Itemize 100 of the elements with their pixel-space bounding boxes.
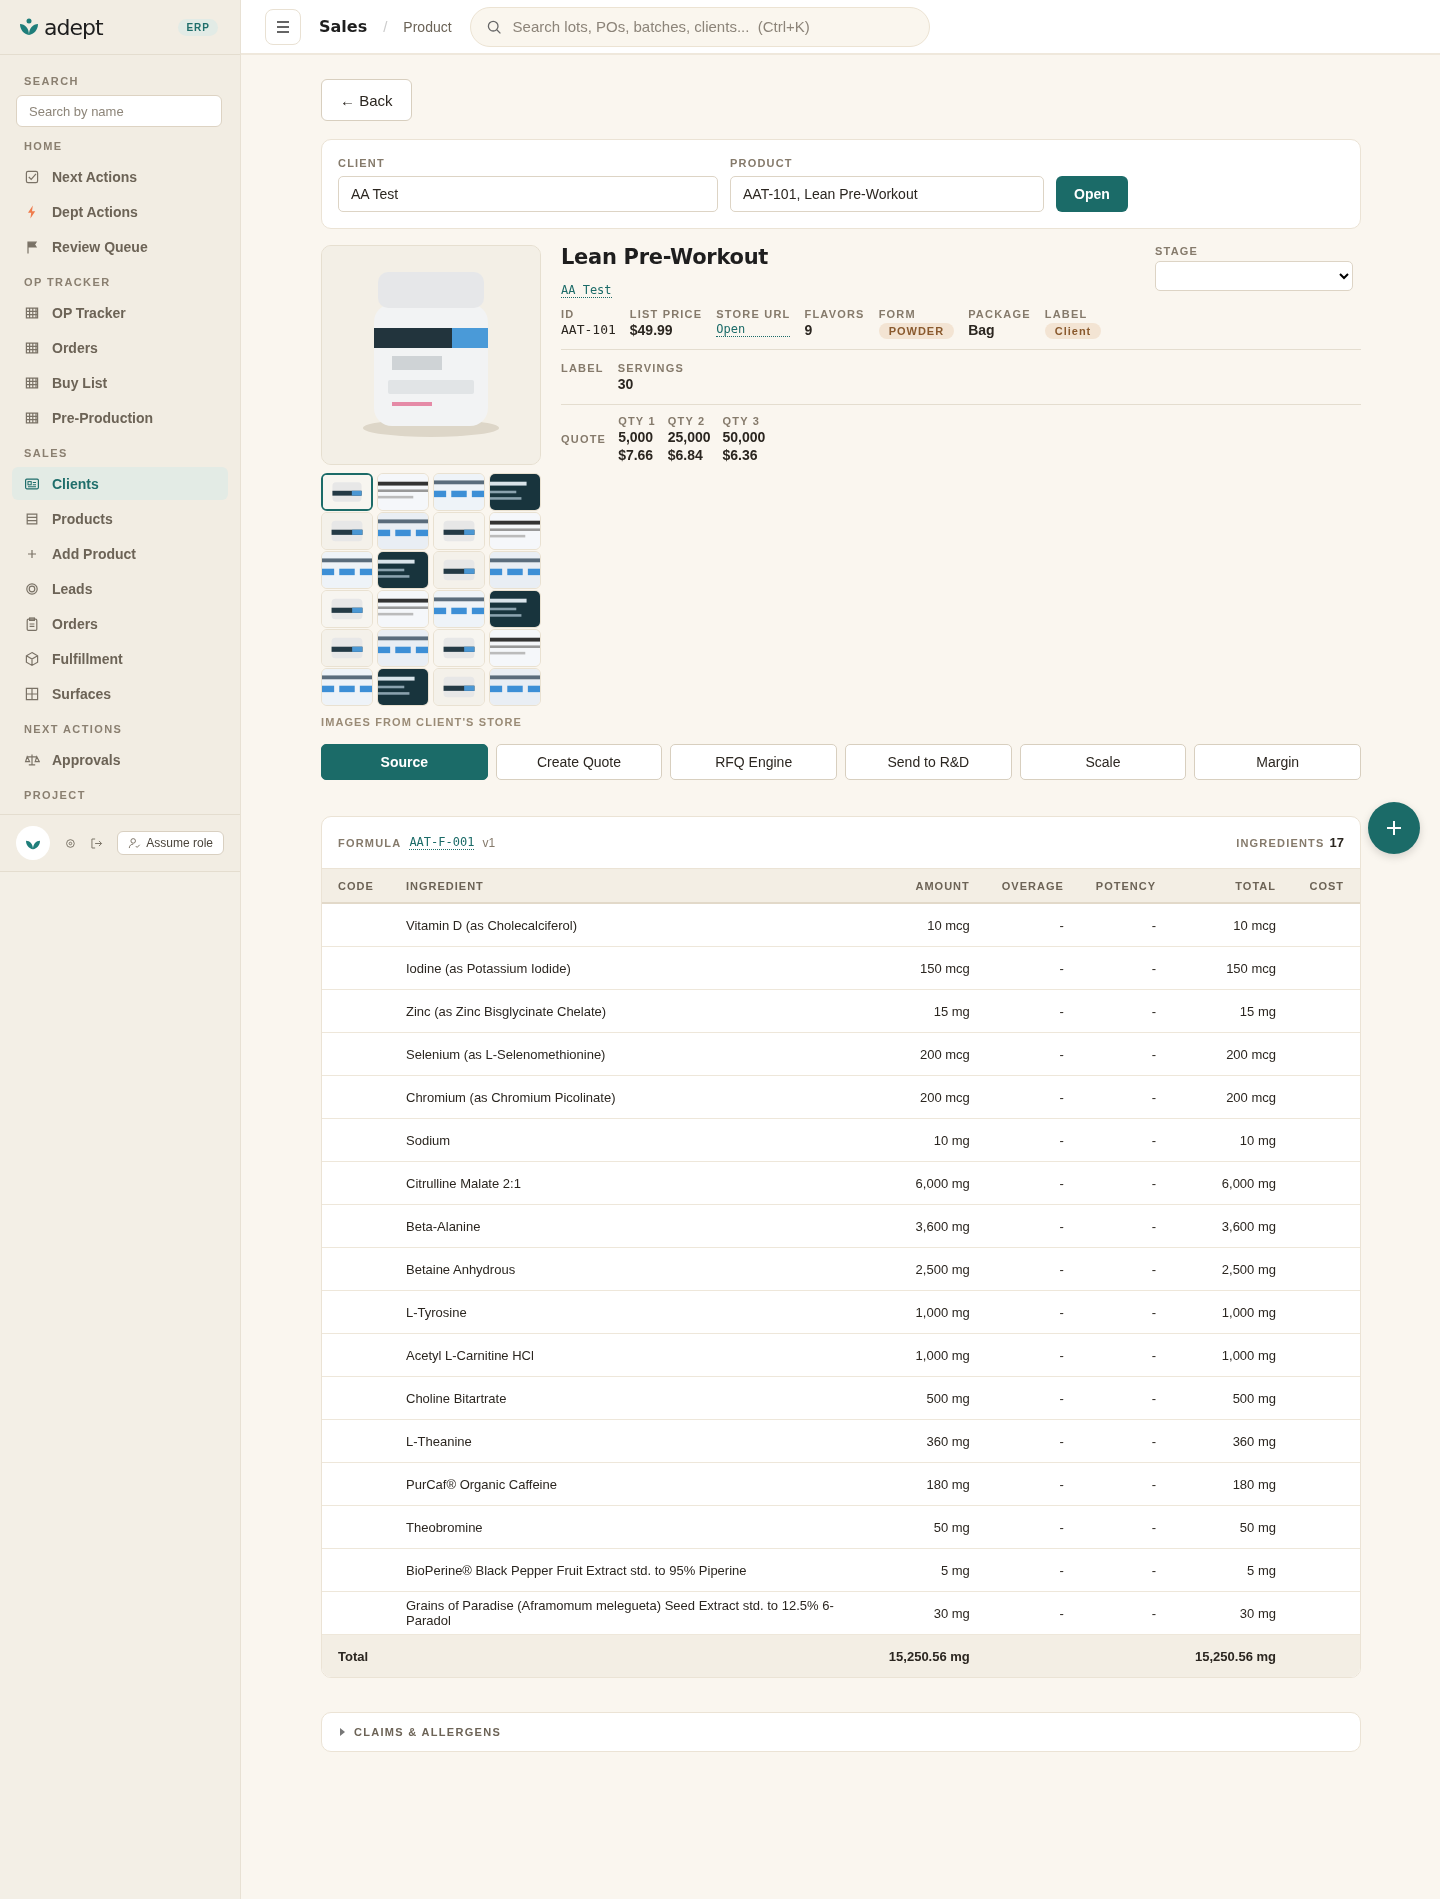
- claims-section[interactable]: CLAIMS & ALLERGENS: [321, 1712, 1361, 1752]
- nav-item[interactable]: Orders: [12, 331, 228, 364]
- section-heading: SEARCH: [23, 75, 80, 87]
- logout-icon[interactable]: [90, 836, 104, 850]
- amount-cell: 2,500 mg: [865, 1247, 986, 1291]
- amount-cell: 1,000 mg: [865, 1333, 986, 1377]
- search-field[interactable]: Search by name: [16, 95, 222, 127]
- field-label: LABEL: [1044, 308, 1089, 320]
- amount-cell: 30 mg: [865, 1591, 986, 1635]
- potency-cell: -: [1079, 1118, 1172, 1162]
- nav-item[interactable]: Add Product: [12, 537, 228, 570]
- total-cell: 10 mg: [1172, 1118, 1292, 1162]
- nav-icon: [24, 650, 40, 667]
- ingredient-cell: Choline Bitartrate: [390, 1376, 866, 1420]
- field-label: SERVINGS: [617, 362, 684, 374]
- nav-item[interactable]: Products: [12, 502, 228, 535]
- field-value: Bag: [968, 322, 996, 338]
- field-label: LIST PRICE: [629, 308, 703, 320]
- total-cell: 1,000 mg: [1172, 1333, 1292, 1377]
- client-field[interactable]: AA Test: [338, 176, 718, 212]
- breadcrumb-link[interactable]: Sales: [319, 17, 368, 36]
- potency-cell: -: [1079, 1333, 1172, 1377]
- amount-cell: 6,000 mg: [865, 1161, 986, 1205]
- nav-item[interactable]: Surfaces: [12, 677, 228, 710]
- thumbnail[interactable]: [321, 473, 373, 511]
- potency-cell: -: [1079, 1290, 1172, 1334]
- total-cell: 1,000 mg: [1172, 1290, 1292, 1334]
- ingredient-cell: Theobromine: [390, 1505, 866, 1549]
- field-label: QTY 2: [667, 415, 707, 427]
- field-label: QTY 3: [722, 415, 762, 427]
- nav-item[interactable]: Review Queue: [12, 230, 228, 263]
- action-tab[interactable]: Source: [321, 744, 488, 780]
- nav-item[interactable]: Orders: [12, 607, 228, 640]
- action-tab[interactable]: RFQ Engine: [670, 744, 837, 780]
- nav-item[interactable]: Approvals: [12, 743, 228, 776]
- store-url-link[interactable]: Open: [716, 322, 791, 337]
- assume-role-button[interactable]: Assume role: [117, 831, 224, 855]
- open-button[interactable]: Open: [1056, 176, 1128, 212]
- total-cell: 50 mg: [1172, 1505, 1292, 1549]
- nav-item[interactable]: Dept Actions: [12, 195, 228, 228]
- column-header: TOTAL: [1172, 868, 1292, 903]
- nav-item[interactable]: Leads: [12, 572, 228, 605]
- total-label: Total: [322, 1634, 866, 1677]
- nav-icon: [24, 685, 40, 702]
- ingredient-cell: Vitamin D (as Cholecalciferol): [390, 903, 866, 947]
- overage-cell: -: [985, 1204, 1080, 1248]
- overage-cell: -: [985, 1118, 1080, 1162]
- action-tab[interactable]: Send to R&D: [845, 744, 1012, 780]
- overage-cell: -: [985, 1161, 1080, 1205]
- overage-cell: -: [985, 989, 1080, 1033]
- overage-cell: -: [985, 1290, 1080, 1334]
- unit-price: $7.66: [618, 447, 655, 463]
- overage-cell: -: [985, 1505, 1080, 1549]
- amount-cell: 50 mg: [865, 1505, 986, 1549]
- client-link[interactable]: AA Test: [561, 283, 612, 298]
- ingredient-cell: Acetyl L-Carnitine HCl: [390, 1333, 866, 1377]
- nav-item[interactable]: Fulfillment: [12, 642, 228, 675]
- avatar-icon[interactable]: [16, 826, 50, 860]
- claims-title: CLAIMS & ALLERGENS: [354, 1726, 502, 1738]
- amount-cell: 200 mcg: [865, 1075, 986, 1119]
- potency-cell: -: [1079, 1204, 1172, 1248]
- logo-text: adept: [44, 14, 103, 40]
- action-tab[interactable]: Margin: [1194, 744, 1362, 780]
- potency-cell: -: [1079, 946, 1172, 990]
- nav-item[interactable]: OP Tracker: [12, 296, 228, 329]
- quantity: 25,000: [667, 429, 711, 445]
- column-header: OVERAGE: [985, 868, 1080, 903]
- add-button[interactable]: [1368, 802, 1420, 854]
- section-heading: OP TRACKER: [23, 276, 112, 288]
- section-heading: NEXT ACTIONS: [23, 723, 124, 735]
- section-label: QUOTE: [561, 433, 607, 445]
- amount-cell: 10 mg: [865, 1118, 986, 1162]
- settings-icon[interactable]: [63, 836, 77, 850]
- ingredient-cell: L-Theanine: [390, 1419, 866, 1463]
- unit-price: $6.84: [667, 447, 704, 463]
- nav-item[interactable]: Clients: [12, 467, 228, 500]
- potency-cell: -: [1079, 1161, 1172, 1205]
- total-cell: 5 mg: [1172, 1548, 1292, 1592]
- nav-icon: [24, 238, 40, 255]
- nav-icon: [24, 580, 40, 597]
- action-tab[interactable]: Scale: [1019, 744, 1187, 780]
- breadcrumb-separator: /: [383, 18, 388, 35]
- total-cell: 10 mcg: [1172, 903, 1292, 947]
- nav-item[interactable]: Next Actions: [12, 160, 228, 193]
- potency-cell: -: [1079, 1075, 1172, 1119]
- action-tab[interactable]: Create Quote: [495, 744, 663, 780]
- field-label: FORM: [878, 308, 917, 320]
- potency-cell: -: [1079, 1505, 1172, 1549]
- field-label: PACKAGE: [968, 308, 1031, 320]
- unit-price: $6.36: [722, 447, 759, 463]
- menu-button[interactable]: [265, 8, 301, 45]
- global-search-field[interactable]: Search lots, POs, batches, clients... (Ctrl+K): [469, 6, 930, 47]
- product-field[interactable]: AAT-101, Lean Pre-Workout: [730, 176, 1044, 212]
- formula-link[interactable]: AAT-F-001: [409, 835, 475, 850]
- overage-cell: -: [985, 1548, 1080, 1592]
- nav-item[interactable]: Pre-Production: [12, 401, 228, 434]
- nav-item[interactable]: Buy List: [12, 366, 228, 399]
- ingredient-cell: Citrulline Malate 2:1: [390, 1161, 866, 1205]
- back-button[interactable]: ← Back: [321, 79, 412, 121]
- total-cell: 200 mcg: [1172, 1032, 1292, 1076]
